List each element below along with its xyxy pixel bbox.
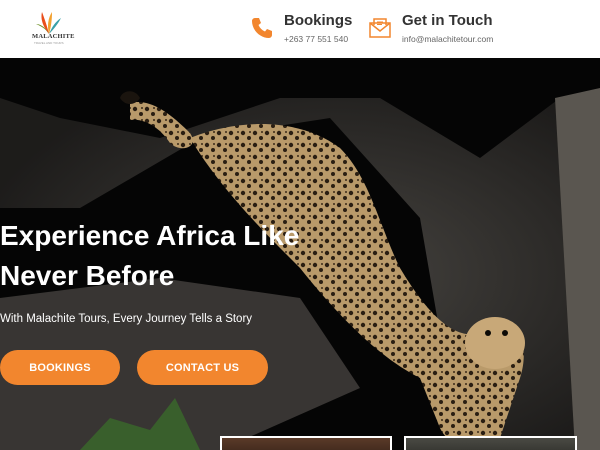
- phone-icon: [252, 18, 272, 38]
- site-logo[interactable]: MALACHITE TRAVEL AND TOURS: [30, 10, 90, 50]
- logo-tagline: TRAVEL AND TOURS: [34, 41, 64, 45]
- gallery-thumbnail[interactable]: [404, 436, 577, 450]
- hero-subline: With Malachite Tours, Every Journey Tell…: [0, 313, 253, 325]
- contact-email[interactable]: info@malachitetour.com: [402, 34, 493, 44]
- bookings-button[interactable]: BOOKINGS: [0, 350, 120, 385]
- hero-headline: Experience Africa Like Never Before: [0, 220, 300, 291]
- gallery-thumbnail[interactable]: [220, 436, 392, 450]
- header-bookings[interactable]: Bookings +263 77 551 540: [250, 12, 370, 52]
- bookings-title: Bookings: [284, 12, 353, 29]
- hero-section: Experience Africa Like Never Before With…: [0, 58, 600, 450]
- contact-title: Get in Touch: [402, 12, 493, 29]
- header-contact[interactable]: Get in Touch info@malachitetour.com: [368, 12, 528, 52]
- contact-us-button[interactable]: CONTACT US: [137, 350, 268, 385]
- bookings-phone[interactable]: +263 77 551 540: [284, 34, 348, 44]
- site-header: MALACHITE TRAVEL AND TOURS Bookings +263…: [0, 0, 600, 58]
- envelope-icon: [369, 18, 391, 38]
- logo-wordmark: MALACHITE: [32, 33, 75, 40]
